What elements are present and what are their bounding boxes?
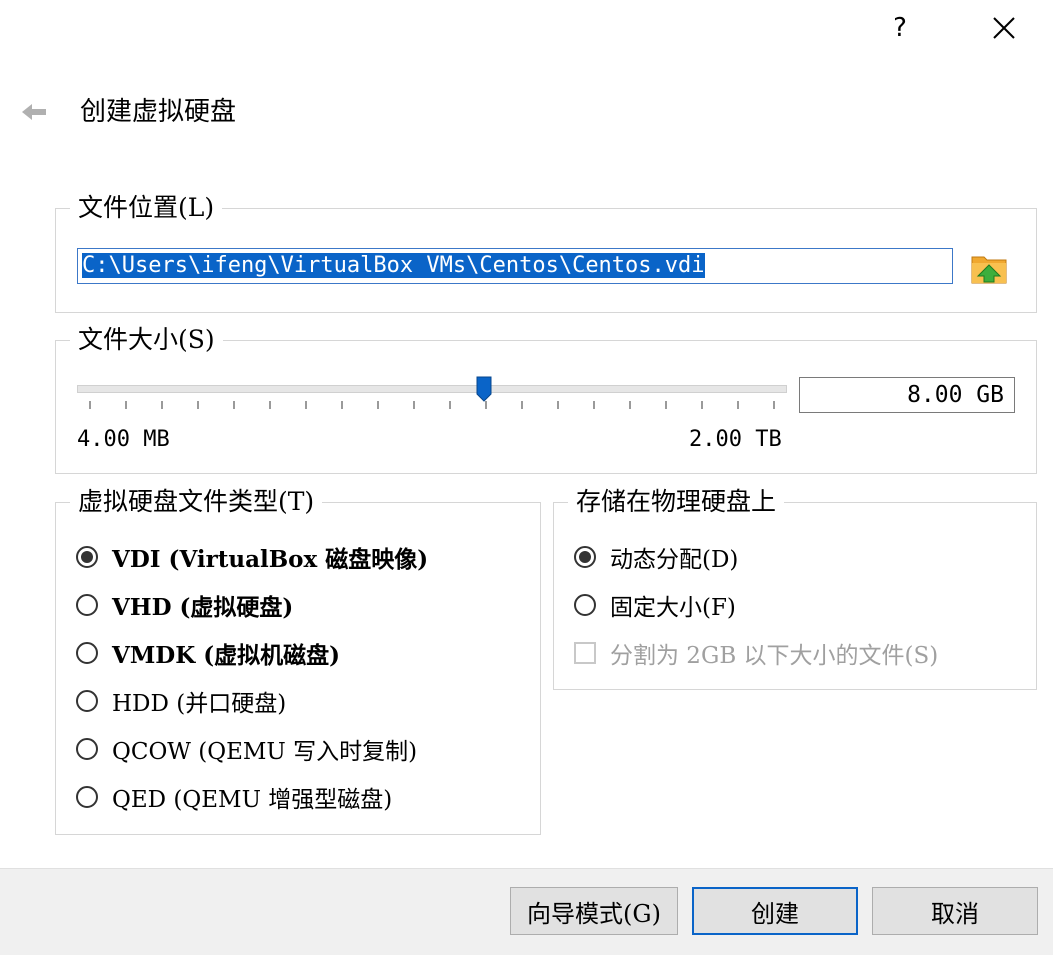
radio-button[interactable] (76, 738, 98, 760)
radio-label: VDI (VirtualBox 磁盘映像) (112, 546, 429, 573)
radio-fixed[interactable]: 固定大小(F) (574, 587, 736, 623)
size-slider-ticks (77, 401, 787, 411)
radio-vmdk[interactable]: VMDK (虚拟机磁盘) (76, 635, 340, 671)
guided-mode-button[interactable]: 向导模式(G) (510, 887, 678, 935)
radio-dynamic[interactable]: 动态分配(D) (574, 539, 738, 575)
radio-button[interactable] (76, 594, 98, 616)
back-arrow-icon[interactable] (18, 96, 50, 128)
slider-tick (377, 401, 379, 409)
slider-tick (629, 401, 631, 409)
storage-legend: 存储在物理硬盘上 (568, 485, 785, 519)
split-label: 分割为 2GB 以下大小的文件(S) (610, 643, 939, 669)
radio-button[interactable] (76, 786, 98, 808)
slider-tick (449, 401, 451, 409)
file-location-legend: 文件位置(L) (70, 191, 223, 225)
radio-hdd[interactable]: HDD (并口硬盘) (76, 683, 286, 719)
slider-tick (269, 401, 271, 409)
slider-tick (485, 401, 487, 409)
slider-tick (593, 401, 595, 409)
close-icon (993, 17, 1015, 39)
radio-label: VHD (虚拟硬盘) (112, 594, 294, 621)
split-checkbox (574, 642, 596, 664)
radio-button[interactable] (76, 642, 98, 664)
slider-tick (773, 401, 775, 409)
slider-tick (701, 401, 703, 409)
radio-button[interactable] (76, 546, 98, 568)
help-button[interactable]: ? (880, 8, 920, 48)
file-size-group: 文件大小(S) 8.00 GB 4.00 MB 2.00 TB (55, 323, 1037, 474)
size-slider-track[interactable] (77, 385, 787, 393)
radio-label: 固定大小(F) (610, 595, 736, 621)
file-path-value: C:\Users\ifeng\VirtualBox VMs\Centos\Cen… (82, 253, 705, 278)
page-title: 创建虚拟硬盘 (80, 97, 237, 127)
radio-button[interactable] (76, 690, 98, 712)
slider-tick (521, 401, 523, 409)
storage-group: 存储在物理硬盘上 动态分配(D) 固定大小(F) 分割为 2GB 以下大小的文件… (553, 485, 1037, 690)
radio-label: QCOW (QEMU 写入时复制) (112, 739, 418, 765)
size-slider-handle[interactable] (476, 376, 492, 402)
folder-browse-icon[interactable] (970, 249, 1008, 287)
slider-tick (305, 401, 307, 409)
file-path-input[interactable]: C:\Users\ifeng\VirtualBox VMs\Centos\Cen… (77, 248, 953, 284)
size-max-label: 2.00 TB (689, 427, 782, 452)
split-checkbox-row: 分割为 2GB 以下大小的文件(S) (574, 635, 938, 671)
slider-tick (557, 401, 559, 409)
slider-tick (233, 401, 235, 409)
radio-qed[interactable]: QED (QEMU 增强型磁盘) (76, 779, 392, 815)
disk-type-legend: 虚拟硬盘文件类型(T) (70, 485, 323, 519)
slider-tick (737, 401, 739, 409)
file-size-legend: 文件大小(S) (70, 323, 223, 357)
radio-label: 动态分配(D) (610, 547, 739, 573)
close-button[interactable] (984, 8, 1024, 48)
slider-tick (89, 401, 91, 409)
disk-type-group: 虚拟硬盘文件类型(T) VDI (VirtualBox 磁盘映像) VHD (虚… (55, 485, 541, 835)
radio-label: QED (QEMU 增强型磁盘) (112, 787, 393, 813)
size-min-label: 4.00 MB (77, 427, 170, 452)
create-button[interactable]: 创建 (692, 887, 858, 935)
radio-vdi[interactable]: VDI (VirtualBox 磁盘映像) (76, 539, 428, 575)
radio-vhd[interactable]: VHD (虚拟硬盘) (76, 587, 293, 623)
radio-button[interactable] (574, 594, 596, 616)
size-value-input[interactable]: 8.00 GB (799, 377, 1015, 413)
slider-tick (161, 401, 163, 409)
file-location-group: 文件位置(L) C:\Users\ifeng\VirtualBox VMs\Ce… (55, 191, 1037, 313)
slider-tick (125, 401, 127, 409)
slider-tick (413, 401, 415, 409)
radio-qcow[interactable]: QCOW (QEMU 写入时复制) (76, 731, 417, 767)
dialog-footer: 向导模式(G) 创建 取消 (0, 868, 1053, 955)
cancel-button[interactable]: 取消 (872, 887, 1038, 935)
slider-tick (341, 401, 343, 409)
radio-button[interactable] (574, 546, 596, 568)
radio-label: HDD (并口硬盘) (112, 691, 287, 717)
create-virtual-disk-dialog: ? 创建虚拟硬盘 文件位置(L) C:\Users\ifeng\VirtualB… (0, 0, 1053, 955)
radio-label: VMDK (虚拟机磁盘) (112, 642, 341, 669)
slider-tick (197, 401, 199, 409)
slider-tick (665, 401, 667, 409)
